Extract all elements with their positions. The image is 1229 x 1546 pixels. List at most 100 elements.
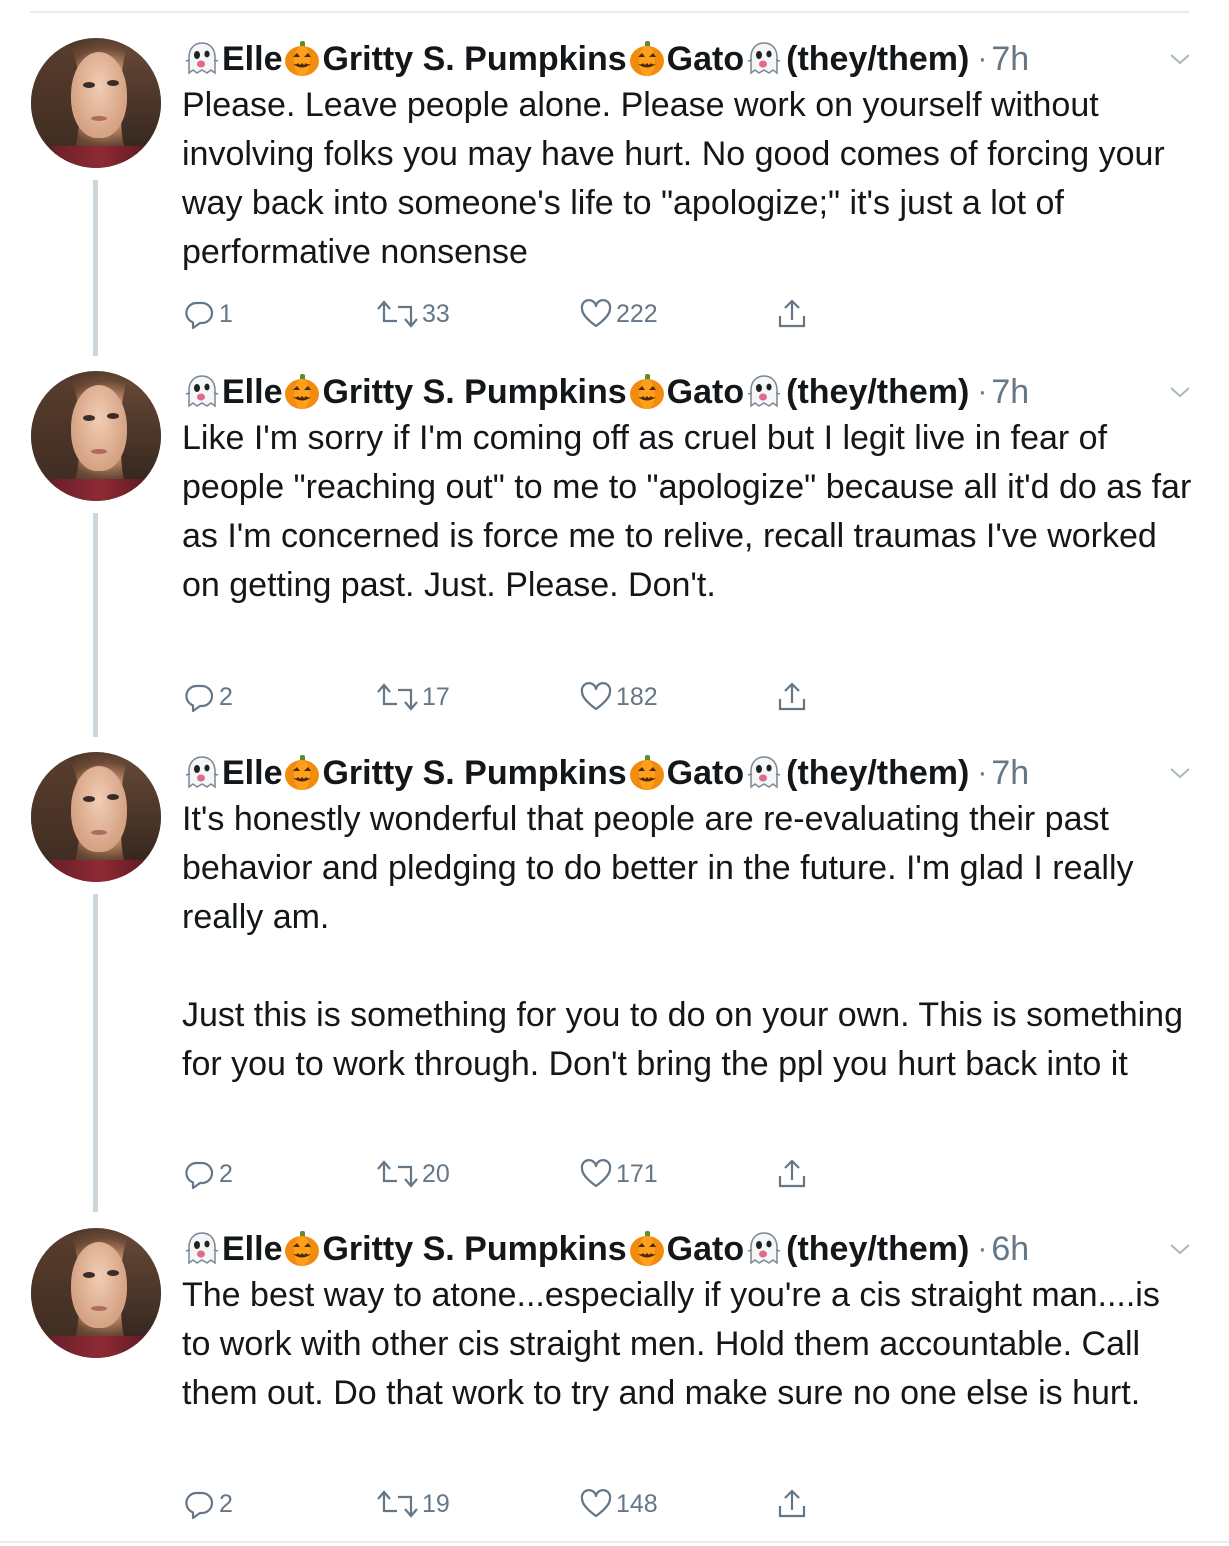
ghost-emoji <box>183 40 221 78</box>
reply-count: 2 <box>219 1159 233 1188</box>
reply-icon <box>185 301 214 330</box>
timestamp[interactable]: 7h <box>991 373 1029 412</box>
display-name[interactable]: Elle Gritty S. Pumpkins Gato (they/them) <box>182 1230 969 1269</box>
retweet-count: 33 <box>422 299 450 328</box>
name-part: Gato <box>666 372 745 411</box>
retweet-button[interactable]: 19 <box>375 1487 450 1521</box>
tweet-text: Please. Leave people alone. Please work … <box>182 86 1175 271</box>
like-count: 222 <box>616 299 658 328</box>
tweet-actions: 1 33 222 <box>182 297 842 331</box>
pumpkin-emoji <box>628 754 666 792</box>
tweet-text: It's honestly wonderful that people are … <box>182 800 1183 1083</box>
retweet-button[interactable]: 33 <box>375 297 450 331</box>
name-part: Gritty S. Pumpkins <box>322 372 627 411</box>
reply-button[interactable]: 2 <box>182 1157 233 1191</box>
name-part: Elle <box>222 39 283 78</box>
separator-dot: · <box>977 756 988 789</box>
display-name[interactable]: Elle Gritty S. Pumpkins Gato (they/them) <box>182 754 969 793</box>
ghost-emoji <box>745 1230 783 1268</box>
tweet-text: Like I'm sorry if I'm coming off as crue… <box>182 419 1201 604</box>
pumpkin-emoji <box>283 373 321 411</box>
name-part: Gritty S. Pumpkins <box>322 1229 627 1268</box>
ghost-emoji <box>745 40 783 78</box>
share-button[interactable] <box>775 1157 809 1191</box>
name-part: Gato <box>666 753 745 792</box>
tweet-header: Elle Gritty S. Pumpkins Gato (they/them)… <box>182 1229 1029 1269</box>
pronouns: (they/them) <box>786 753 970 792</box>
timestamp[interactable]: 7h <box>991 40 1029 79</box>
name-part: Gato <box>666 1229 745 1268</box>
thread-line <box>93 894 98 1212</box>
ghost-emoji <box>745 373 783 411</box>
tweet-text: The best way to atone...especially if yo… <box>182 1276 1170 1412</box>
name-part: Gritty S. Pumpkins <box>322 39 627 78</box>
retweet-icon <box>377 683 418 711</box>
pumpkin-emoji <box>628 40 666 78</box>
avatar[interactable] <box>31 752 161 882</box>
pumpkin-emoji <box>628 373 666 411</box>
name-part: Elle <box>222 372 283 411</box>
like-count: 171 <box>616 1159 658 1188</box>
reply-icon <box>185 1161 214 1190</box>
ghost-emoji <box>745 754 783 792</box>
like-button[interactable]: 148 <box>579 1487 658 1521</box>
chevron-down-icon[interactable] <box>1168 52 1192 66</box>
share-icon <box>778 299 806 328</box>
tweet-actions: 2 19 148 <box>182 1487 842 1521</box>
share-button[interactable] <box>775 297 809 331</box>
reply-button[interactable]: 2 <box>182 680 233 714</box>
chevron-down-icon[interactable] <box>1168 1242 1192 1256</box>
separator-dot: · <box>977 1232 988 1265</box>
retweet-icon <box>377 1160 418 1188</box>
retweet-count: 20 <box>422 1159 450 1188</box>
reply-icon <box>185 684 214 713</box>
retweet-icon <box>377 1490 418 1518</box>
retweet-icon <box>377 300 418 328</box>
retweet-button[interactable]: 17 <box>375 680 450 714</box>
chevron-down-icon[interactable] <box>1168 385 1192 399</box>
reply-button[interactable]: 2 <box>182 1487 233 1521</box>
like-icon <box>580 682 612 711</box>
name-part: Elle <box>222 1229 283 1268</box>
pumpkin-emoji <box>628 1230 666 1268</box>
name-part: Gato <box>666 39 745 78</box>
chevron-down-icon[interactable] <box>1168 766 1192 780</box>
reply-count: 2 <box>219 1489 233 1518</box>
ghost-emoji <box>183 373 221 411</box>
share-button[interactable] <box>775 1487 809 1521</box>
tweet-actions: 2 17 182 <box>182 680 842 714</box>
display-name[interactable]: Elle Gritty S. Pumpkins Gato (they/them) <box>182 373 969 412</box>
display-name[interactable]: Elle Gritty S. Pumpkins Gato (they/them) <box>182 40 969 79</box>
like-count: 148 <box>616 1489 658 1518</box>
reply-button[interactable]: 1 <box>182 297 233 331</box>
share-icon <box>778 682 806 711</box>
avatar[interactable] <box>31 371 161 501</box>
share-icon <box>778 1159 806 1188</box>
share-icon <box>778 1489 806 1518</box>
avatar[interactable] <box>31 1228 161 1358</box>
pronouns: (they/them) <box>786 372 970 411</box>
like-count: 182 <box>616 682 658 711</box>
tweet-header: Elle Gritty S. Pumpkins Gato (they/them)… <box>182 753 1029 793</box>
avatar[interactable] <box>31 38 161 168</box>
reply-count: 1 <box>219 299 233 328</box>
like-button[interactable]: 171 <box>579 1157 658 1191</box>
tweet-header: Elle Gritty S. Pumpkins Gato (they/them)… <box>182 39 1029 79</box>
separator-dot: · <box>977 375 988 408</box>
share-button[interactable] <box>775 680 809 714</box>
pronouns: (they/them) <box>786 1229 970 1268</box>
pumpkin-emoji <box>283 40 321 78</box>
ghost-emoji <box>183 754 221 792</box>
reply-icon <box>185 1491 214 1520</box>
retweet-button[interactable]: 20 <box>375 1157 450 1191</box>
name-part: Elle <box>222 753 283 792</box>
retweet-count: 17 <box>422 682 450 711</box>
tweet-header: Elle Gritty S. Pumpkins Gato (they/them)… <box>182 372 1029 412</box>
like-button[interactable]: 222 <box>579 297 658 331</box>
pumpkin-emoji <box>283 1230 321 1268</box>
timestamp[interactable]: 6h <box>991 1230 1029 1269</box>
like-icon <box>580 299 612 328</box>
tweet-actions: 2 20 171 <box>182 1157 842 1191</box>
timestamp[interactable]: 7h <box>991 754 1029 793</box>
like-button[interactable]: 182 <box>579 680 658 714</box>
